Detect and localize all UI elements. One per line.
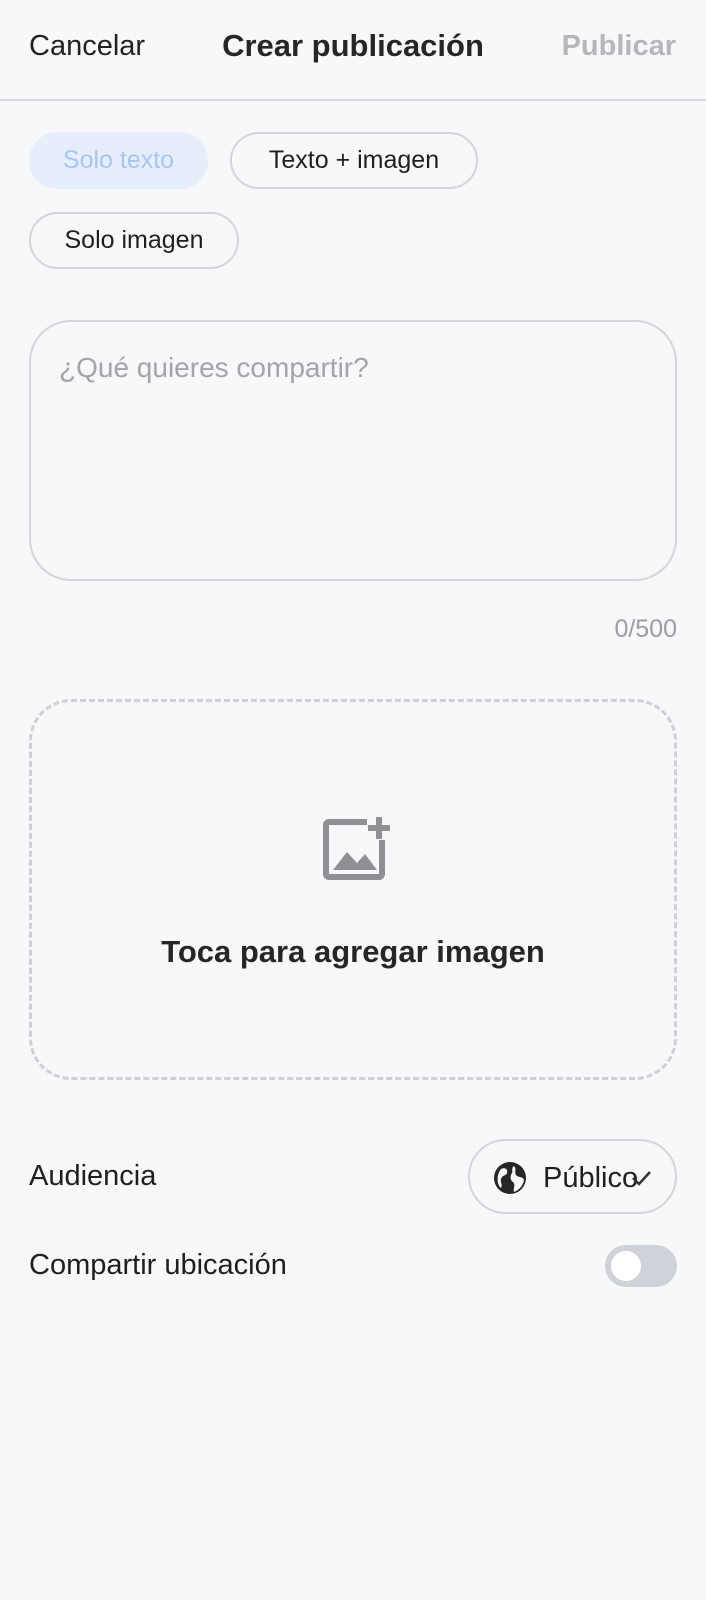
- share-location-label: Compartir ubicación: [29, 1249, 287, 1281]
- top-bar: Cancelar Crear publicación Publicar: [0, 0, 706, 101]
- add-image-label: Toca para agregar imagen: [161, 934, 545, 969]
- publish-button[interactable]: Publicar: [562, 30, 676, 63]
- post-type-label: Solo texto: [62, 146, 175, 174]
- check-icon: [632, 1171, 651, 1186]
- audience-value: Público: [543, 1162, 639, 1194]
- add-image-dropzone[interactable]: Toca para agregar imagen: [29, 699, 677, 1080]
- character-counter: 0/500: [614, 615, 677, 643]
- post-type-label: Texto + imagen: [268, 146, 440, 174]
- globe-icon: [494, 1162, 526, 1194]
- post-text-box: [29, 320, 677, 581]
- share-location-toggle[interactable]: [605, 1245, 677, 1287]
- post-type-image-only[interactable]: Solo imagen: [29, 212, 239, 269]
- audience-label: Audiencia: [29, 1160, 157, 1192]
- toggle-knob: [611, 1251, 641, 1281]
- add-image-icon: [323, 817, 390, 880]
- post-type-label: Solo imagen: [64, 226, 204, 254]
- post-type-text-only[interactable]: Solo texto: [29, 132, 208, 189]
- create-post-screen: Cancelar Crear publicación Publicar Solo…: [0, 0, 706, 1600]
- post-type-text-image[interactable]: Texto + imagen: [230, 132, 478, 189]
- post-text-input[interactable]: [59, 352, 644, 552]
- audience-select[interactable]: Público: [468, 1139, 677, 1214]
